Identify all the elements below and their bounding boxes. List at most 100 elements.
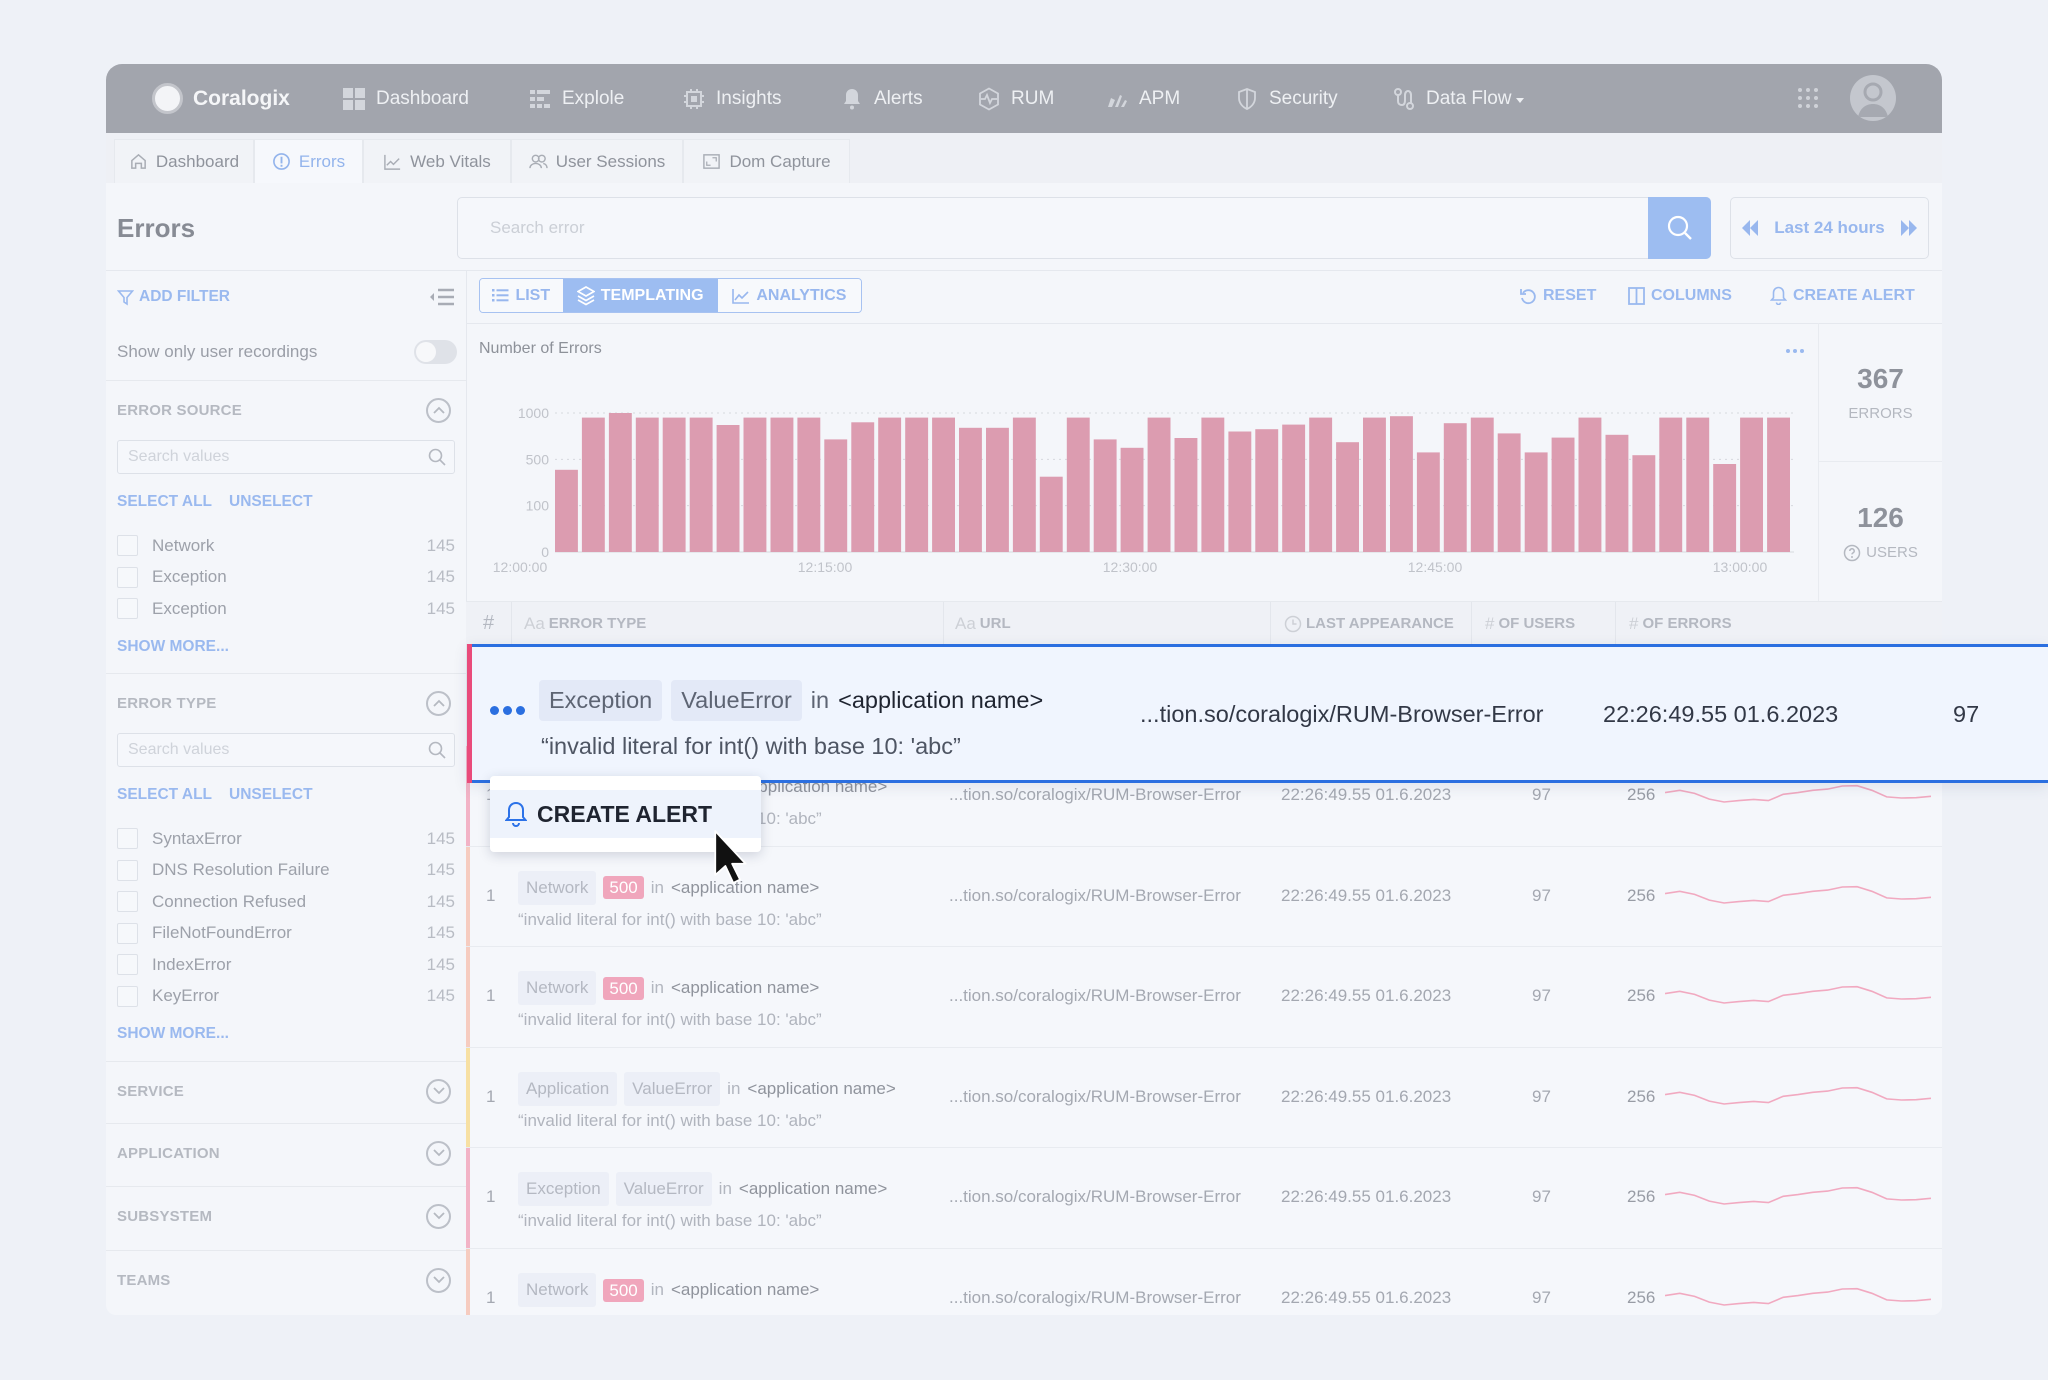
filter-option[interactable]: Exception 145 xyxy=(117,562,455,594)
collapse-sidebar-icon[interactable] xyxy=(429,287,455,307)
show-more-link[interactable]: SHOW MORE... xyxy=(117,638,229,656)
table-row[interactable]: 1 Network 500 in <application name> “inv… xyxy=(466,846,1942,948)
chevron-up-icon[interactable] xyxy=(426,397,451,423)
checkbox[interactable] xyxy=(117,954,138,976)
nav-item-security[interactable]: Security xyxy=(1235,64,1338,133)
filter-search-input[interactable] xyxy=(117,733,455,767)
url-cell[interactable]: ...tion.so/coralogix/RUM-Browser-Error xyxy=(949,1187,1241,1207)
chevron-down-icon[interactable] xyxy=(426,1267,451,1293)
nav-item-alerts[interactable]: Alerts xyxy=(840,64,923,133)
select-all-link[interactable]: SELECT ALL xyxy=(117,493,212,511)
chevron-down-icon[interactable] xyxy=(426,1078,451,1104)
search-error-input[interactable] xyxy=(458,198,1648,258)
error-source-tag[interactable]: Network xyxy=(518,1273,597,1307)
coralogix-logo-icon[interactable] xyxy=(152,83,183,114)
show-more-link[interactable]: SHOW MORE... xyxy=(117,1025,229,1043)
filter-section-header[interactable]: APPLICATION xyxy=(117,1124,455,1182)
url-cell[interactable]: ...tion.so/coralogix/RUM-Browser-Error xyxy=(949,785,1241,805)
unselect-link[interactable]: UNSELECT xyxy=(229,786,313,804)
column-header-users[interactable]: # OF USERS xyxy=(1485,602,1575,645)
nav-item-data-flow[interactable]: Data Flow xyxy=(1392,64,1524,133)
chevron-down-icon[interactable] xyxy=(426,1203,451,1229)
url-cell[interactable]: ...tion.so/coralogix/RUM-Browser-Error xyxy=(949,1288,1241,1308)
error-type-tag[interactable]: ValueError xyxy=(671,680,802,721)
url-cell[interactable]: ...tion.so/coralogix/RUM-Browser-Error xyxy=(1140,701,1544,728)
checkbox[interactable] xyxy=(117,598,138,620)
url-cell[interactable]: ...tion.so/coralogix/RUM-Browser-Error xyxy=(949,986,1241,1006)
filter-option[interactable]: KeyError 145 xyxy=(117,981,455,1013)
filter-section-header[interactable]: ERROR SOURCE xyxy=(117,381,455,439)
select-all-link[interactable]: SELECT ALL xyxy=(117,786,212,804)
table-row[interactable]: 1 Exception ValueError in <application n… xyxy=(466,1148,1942,1249)
filter-option[interactable]: Connection Refused 145 xyxy=(117,886,455,918)
user-avatar-icon[interactable] xyxy=(1850,75,1896,121)
column-header-last-appearance[interactable]: LAST APPEARANCE xyxy=(1284,602,1454,645)
filter-search-input[interactable] xyxy=(117,440,455,474)
error-source-tag[interactable]: Exception xyxy=(539,680,663,721)
table-row[interactable]: 1 Network 500 in <application name> “inv… xyxy=(466,1249,1942,1315)
row-actions-menu-icon[interactable] xyxy=(490,706,525,715)
create-alert-button[interactable]: CREATE ALERT xyxy=(1770,278,1915,313)
checkbox[interactable] xyxy=(117,859,138,881)
filter-option[interactable]: IndexError 145 xyxy=(117,949,455,981)
nav-item-insights[interactable]: Insights xyxy=(682,64,781,133)
nav-item-dashboard[interactable]: Dashboard xyxy=(342,64,469,133)
next-range-icon[interactable] xyxy=(1899,219,1919,237)
error-source-tag[interactable]: Network xyxy=(518,870,597,905)
filter-section-header[interactable]: TEAMS xyxy=(117,1251,455,1309)
tab-dom-capture[interactable]: Dom Capture xyxy=(683,139,850,183)
view-analytics-button[interactable]: ANALYTICS xyxy=(717,279,861,312)
error-type-tag[interactable]: ValueError xyxy=(615,1172,712,1207)
error-type-tag[interactable]: 500 xyxy=(603,976,644,1000)
table-row[interactable]: 1 Network 500 in <application name> “inv… xyxy=(466,947,1942,1048)
checkbox[interactable] xyxy=(117,535,138,557)
checkbox[interactable] xyxy=(117,566,138,588)
columns-button[interactable]: COLUMNS xyxy=(1628,278,1732,313)
chevron-down-icon[interactable] xyxy=(426,1140,451,1166)
user-recordings-toggle[interactable] xyxy=(414,339,457,364)
tab-errors[interactable]: Errors xyxy=(254,139,363,183)
error-source-tag[interactable]: Application xyxy=(518,1071,618,1106)
filter-section-header[interactable]: SUBSYSTEM xyxy=(117,1187,455,1245)
error-type-tag[interactable]: 500 xyxy=(603,876,644,900)
search-button[interactable] xyxy=(1648,197,1711,259)
checkbox[interactable] xyxy=(117,891,138,913)
filter-option[interactable]: Exception 145 xyxy=(117,593,455,625)
table-row[interactable]: 1 Application ValueError in <application… xyxy=(466,1047,1942,1149)
reset-button[interactable]: RESET xyxy=(1519,278,1596,313)
tab-web-vitals[interactable]: Web Vitals xyxy=(363,139,511,183)
filter-section-header[interactable]: ERROR TYPE xyxy=(117,674,455,732)
filter-section-header[interactable]: SERVICE xyxy=(117,1062,455,1120)
checkbox[interactable] xyxy=(117,985,138,1007)
apps-grid-icon[interactable] xyxy=(1797,87,1819,109)
error-source-tag[interactable]: Exception xyxy=(518,1172,609,1207)
selected-table-row[interactable]: Exception ValueError in <application nam… xyxy=(467,644,2048,783)
checkbox[interactable] xyxy=(117,828,138,850)
filter-option[interactable]: Network 145 xyxy=(117,530,455,562)
nav-item-explore[interactable]: Explole xyxy=(528,64,624,133)
tab-dashboard[interactable]: Dashboard xyxy=(114,139,254,183)
nav-item-apm[interactable]: APM xyxy=(1105,64,1180,133)
filter-option[interactable]: FileNotFoundError 145 xyxy=(117,918,455,950)
column-header-errors[interactable]: # OF ERRORS xyxy=(1629,602,1732,645)
column-header-error-type[interactable]: Aa ERROR TYPE xyxy=(524,602,646,645)
tab-user-sessions[interactable]: User Sessions xyxy=(511,139,683,183)
error-type-tag[interactable]: 500 xyxy=(603,1278,644,1302)
help-circle-icon[interactable] xyxy=(1843,544,1861,562)
column-header-url[interactable]: Aa URL xyxy=(955,602,1011,645)
chevron-up-icon[interactable] xyxy=(426,690,451,716)
url-cell[interactable]: ...tion.so/coralogix/RUM-Browser-Error xyxy=(949,1087,1241,1107)
url-cell[interactable]: ...tion.so/coralogix/RUM-Browser-Error xyxy=(949,886,1241,906)
app-name[interactable]: Coralogix xyxy=(193,64,290,133)
error-type-tag[interactable]: ValueError xyxy=(624,1071,721,1106)
view-list-button[interactable]: LIST xyxy=(480,279,563,312)
error-source-tag[interactable]: Network xyxy=(518,971,597,1006)
previous-range-icon[interactable] xyxy=(1740,219,1760,237)
checkbox[interactable] xyxy=(117,922,138,944)
time-range-picker[interactable]: Last 24 hours xyxy=(1730,197,1929,259)
unselect-link[interactable]: UNSELECT xyxy=(229,493,313,511)
nav-item-rum[interactable]: RUM xyxy=(977,64,1054,133)
add-filter-button[interactable]: ADD FILTER xyxy=(117,288,230,306)
filter-option[interactable]: SyntaxError 145 xyxy=(117,823,455,855)
filter-option[interactable]: DNS Resolution Failure 145 xyxy=(117,855,455,887)
